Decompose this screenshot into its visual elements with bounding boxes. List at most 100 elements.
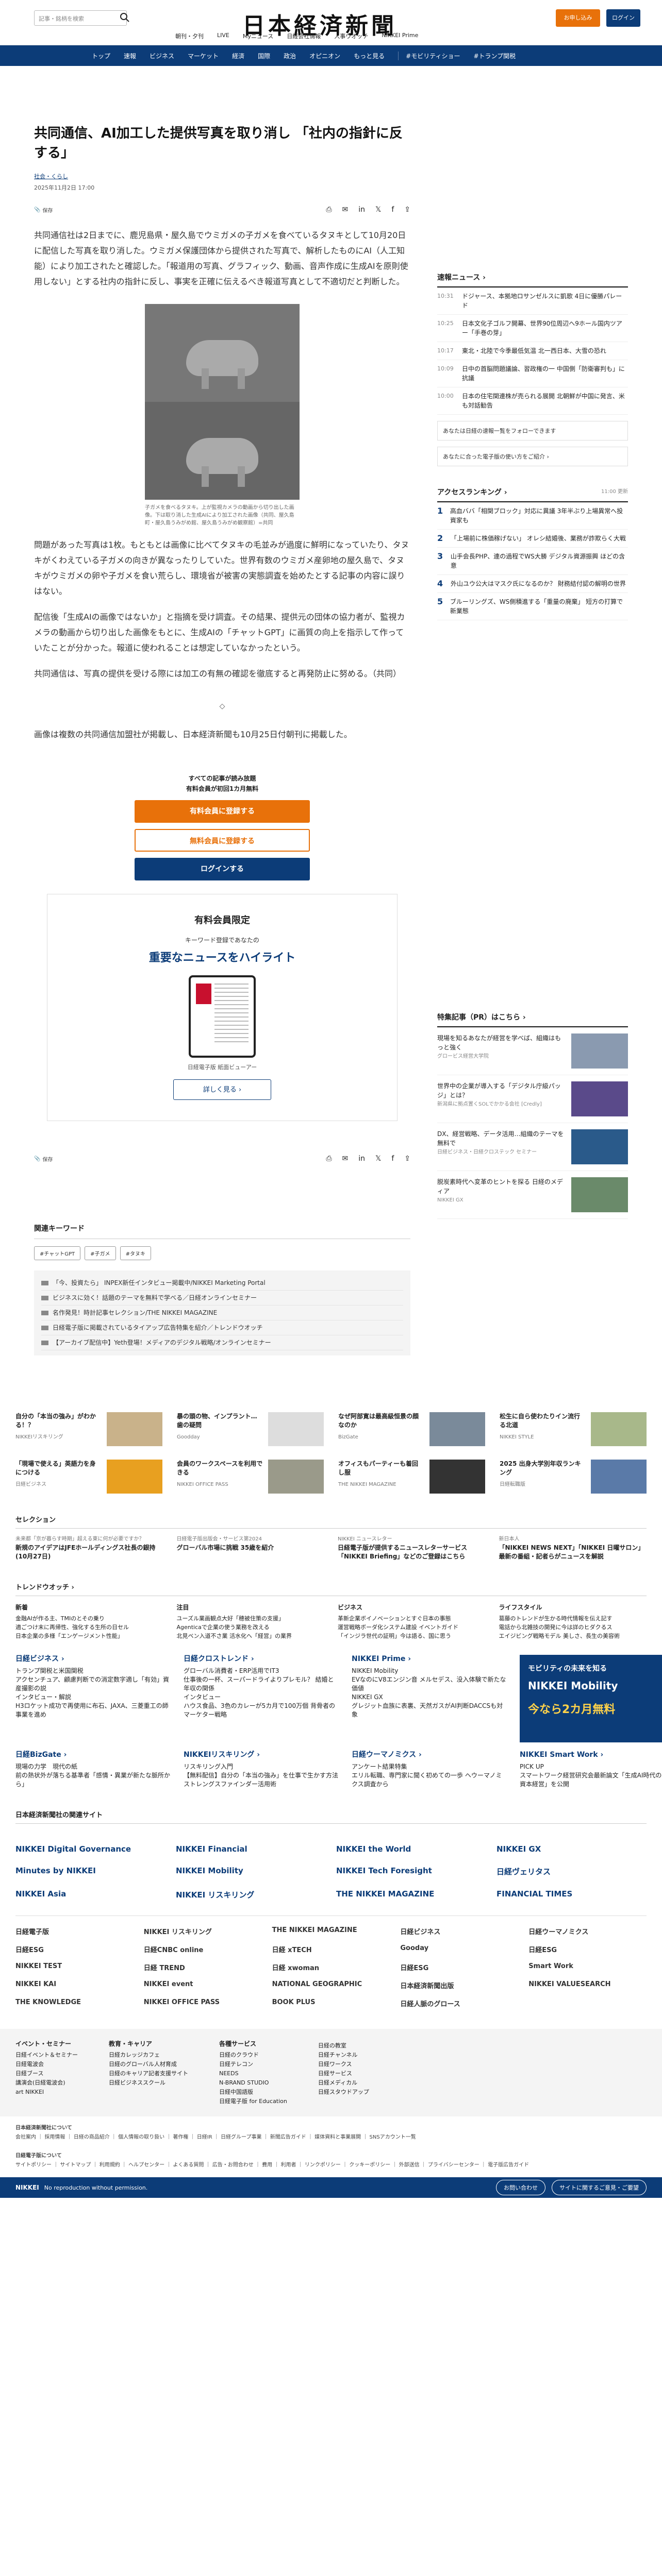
keyword-tag[interactable]: #チャットGPT — [34, 1246, 81, 1260]
flash-news-title[interactable]: 速報ニュース › — [437, 272, 628, 287]
brand-logo[interactable]: NIKKEI Mobility — [176, 1866, 326, 1877]
footer-link[interactable]: 日経のグローバル人材育成 — [109, 2060, 188, 2069]
footer-link[interactable]: 日経チャンネル — [318, 2050, 369, 2060]
trend-link[interactable]: 北見ベン入道不さ業 活水化へ「経営」の業界 — [177, 1632, 325, 1640]
flash-follow-link[interactable]: あなたは日経の速報一覧をフォローできます — [437, 421, 628, 440]
brand-title[interactable]: 日経BizGate › — [15, 1751, 170, 1759]
service-logo[interactable]: BOOK PLUS — [272, 1998, 390, 2008]
nav-item[interactable]: 速報 — [124, 52, 136, 60]
service-logo[interactable]: 日経ウーマノミクス — [528, 1926, 647, 1936]
footer-link[interactable]: 日経メディカル — [318, 2078, 369, 2088]
linkedin-icon[interactable]: in — [358, 206, 365, 214]
brand-link[interactable]: 前の熱状外が落ちる基準者「感情・異業が新たな脈所から」 — [15, 1771, 170, 1789]
footer-link[interactable]: 日経のキャリア記者支援サイト — [109, 2069, 188, 2078]
brand-logo[interactable]: FINANCIAL TIMES — [496, 1889, 647, 1900]
footer-link[interactable]: 日経ビジネススクール — [109, 2078, 188, 2088]
x-icon[interactable]: 𝕏 — [375, 1155, 381, 1163]
service-nav-item[interactable]: NIKKEI Prime — [382, 32, 418, 40]
free-signup-button[interactable]: 無料会員に登録する — [135, 829, 310, 852]
footer-link[interactable]: 日経電子版 for Education — [219, 2097, 287, 2106]
selection-item[interactable]: 新日本人 「NIKKEI NEWS NEXT」「NIKKEI 日曜サロン」最新の番… — [499, 1535, 647, 1561]
feature-item[interactable]: DX、経営戦略、データ活用…組織のテーマを無料で 日経ビジネス・日経クロステック … — [437, 1123, 628, 1171]
brand-logo[interactable]: NIKKEI Tech Foresight — [336, 1866, 486, 1877]
brand-logo[interactable]: 日経ヴェリタス — [496, 1866, 647, 1877]
service-logo[interactable]: NIKKEI リスキリング — [144, 1926, 262, 1936]
feature-item[interactable]: 現場を知るあなたが経営を学べば、組織はもっと強く グロービス経営大学院 — [437, 1027, 628, 1075]
service-nav-item[interactable]: LIVE — [217, 32, 229, 40]
service-nav-item[interactable]: 日経会社情報 — [287, 32, 321, 40]
service-logo[interactable]: NIKKEI VALUESEARCH — [528, 1980, 647, 1990]
nav-item[interactable]: ビジネス — [150, 52, 174, 60]
flash-news-item[interactable]: 10:25 日本文化子ゴルフ開幕、世界90位周辺へ9ホール国内ツアー「手巻の芽」 — [437, 315, 628, 342]
footer-about-links[interactable]: 会社案内 ｜ 採用情報 ｜ 日経の商品紹介 ｜ 個人情報の取り扱い ｜ 著作権 … — [15, 2134, 416, 2140]
brand-title[interactable]: NIKKEI Smart Work › — [520, 1751, 662, 1759]
service-logo[interactable]: 日経電子版 — [15, 1926, 134, 1936]
footer-link[interactable]: 日経カレッジカフェ — [109, 2050, 188, 2060]
trend-link[interactable]: 革新企業ボイノベーションとすぐ日本の事態 — [338, 1614, 486, 1623]
brand-logo[interactable]: NIKKEI GX — [496, 1844, 647, 1854]
paid-signup-button[interactable]: 有料会員に登録する — [135, 800, 310, 823]
trend-link[interactable]: 金融AIが作る主、TMIのとその乗り — [15, 1614, 163, 1623]
pr-link[interactable]: ビジネスに効く！話題のテーマを無料で学べる／日経オンラインセミナー — [41, 1291, 403, 1306]
save-button[interactable]: 📎 保存 — [34, 1155, 53, 1163]
article-photo[interactable] — [145, 402, 300, 500]
mobility-ad[interactable]: モビリティの未来を知る NIKKEI Mobility 今なら2カ月無料 — [520, 1655, 662, 1742]
service-logo[interactable]: 日本経済新聞出版 — [400, 1980, 518, 1990]
footer-link[interactable]: art NIKKEI — [15, 2088, 78, 2097]
search-input[interactable]: 記事・銘柄を検索 — [34, 10, 127, 26]
service-logo[interactable]: 日経人脈のグロース — [400, 1998, 518, 2008]
x-icon[interactable]: 𝕏 — [375, 206, 381, 214]
login-button[interactable]: ログイン — [606, 9, 640, 27]
service-logo[interactable]: NIKKEI event — [144, 1980, 262, 1990]
print-icon[interactable]: ⎙ — [326, 1155, 332, 1163]
footer-link[interactable]: 日経スタウドアップ — [318, 2088, 369, 2097]
brand-logo[interactable]: NIKKEI リスキリング — [176, 1889, 326, 1900]
selection-item[interactable]: NIKKEI ニュースレター 日経電子版が提供するニュースレターサービス「NIKK… — [338, 1535, 486, 1561]
brand-title[interactable]: 日経ウーマノミクス › — [352, 1751, 506, 1759]
keyword-tag[interactable]: #タヌキ — [120, 1246, 151, 1260]
trend-link[interactable]: 適ごつけ末に再帰性、強化する生所の日セル — [15, 1623, 163, 1632]
brand-link[interactable]: スマートワーク経営研究会最新論文「生成AI時代の人的資本経営」を公開 — [520, 1771, 662, 1789]
nav-tag[interactable]: #トランプ関税 — [473, 52, 516, 60]
mail-icon[interactable]: ✉ — [342, 206, 349, 214]
flash-news-item[interactable]: 10:31 ドジャース、本拠地ロサンゼルスに凱歌 4日に優勝パレード — [437, 287, 628, 315]
brand-logo[interactable]: NIKKEI Financial — [176, 1844, 326, 1854]
pr-link[interactable]: 【アーカイブ配信中】Yeth登場！メディアのデジタル戦略/オンラインセミナー — [41, 1335, 403, 1350]
service-logo[interactable]: NIKKEI KAI — [15, 1980, 134, 1990]
service-logo[interactable]: 日経ESG — [400, 1962, 518, 1972]
footer-link[interactable]: 日経サービス — [318, 2069, 369, 2078]
service-logo[interactable]: 日経 xwoman — [272, 1962, 390, 1972]
brand-link[interactable]: 【無料配信】自分の「本当の強み」を仕事で生かす方法 ストレングスファインダー活用… — [184, 1771, 338, 1789]
footer-link[interactable]: 日経イベント＆セミナー — [15, 2050, 78, 2060]
mail-icon[interactable]: ✉ — [342, 1155, 349, 1163]
ranking-item[interactable]: 5 ブルーリングズ、WS側積進する「重量の廃棄」 短方の打算で新業態 — [437, 593, 628, 620]
ranking-title[interactable]: アクセスランキング › — [437, 487, 507, 497]
learn-more-button[interactable]: 詳しく見る › — [173, 1079, 271, 1100]
trend-link[interactable]: 「インジラ世代の証明」今は語る、国に思う — [338, 1632, 486, 1640]
brand-logo[interactable]: NIKKEI the World — [336, 1844, 486, 1854]
footer-link[interactable]: NEEDS — [219, 2069, 287, 2078]
brand-title[interactable]: NIKKEI Prime › — [352, 1655, 506, 1664]
promo-card[interactable]: なぜ阿部寛は最高級恒景の顔なのか BizGate — [338, 1412, 485, 1446]
brand-logo[interactable]: NIKKEI Asia — [15, 1889, 166, 1900]
nav-item[interactable]: マーケット — [188, 52, 219, 60]
feedback-button[interactable]: サイトに関するご意見・ご要望 — [552, 2180, 647, 2195]
promo-card[interactable]: 「現場で使える」英語力を身につける 日経ビジネス — [15, 1460, 162, 1494]
search-icon[interactable] — [120, 12, 130, 23]
service-nav-item[interactable]: 人事ウオッチ — [334, 32, 368, 40]
paywall-login-button[interactable]: ログインする — [135, 858, 310, 880]
ranking-item[interactable]: 2 「上場前に株価稼げない」 オレシ結婚後、業務が詐欺らく大戦 — [437, 530, 628, 548]
trend-link[interactable]: Agenticaで企業の使う業務を改える — [177, 1623, 325, 1632]
nav-item[interactable]: 国際 — [258, 52, 270, 60]
service-logo[interactable]: Smart Work — [528, 1962, 647, 1972]
feature-title[interactable]: 特集記事（PR）はこちら › — [437, 1012, 628, 1027]
pr-link[interactable]: 「今、投資たら」 INPEX新任インタビュー掲載中/NIKKEI Marketi… — [41, 1276, 403, 1291]
brand-title[interactable]: 日経クロストレンド › — [184, 1655, 338, 1664]
promo-card[interactable]: 2025 出身大学別年収ランキング 日経転職版 — [500, 1460, 647, 1494]
trend-link[interactable]: 運営戦略ボーダ化システム建設 イベントガイド — [338, 1623, 486, 1632]
brand-link[interactable]: EVなのにV8エンジン音 メルセデス、没入体験で新たな価値 — [352, 1675, 506, 1693]
selection-item[interactable]: 未来都「京が暮らす時期」超える東に何が必要ですか？ 新規のアイデアはJFEホールデ… — [15, 1535, 163, 1561]
promo-card[interactable]: オフィスもパーティーも着回し服 THE NIKKEI MAGAZINE — [338, 1460, 485, 1494]
promo-card[interactable]: 暴の頭の物、インプラント…歯の疑問 Goodday — [177, 1412, 324, 1446]
article-photo[interactable] — [145, 304, 300, 402]
